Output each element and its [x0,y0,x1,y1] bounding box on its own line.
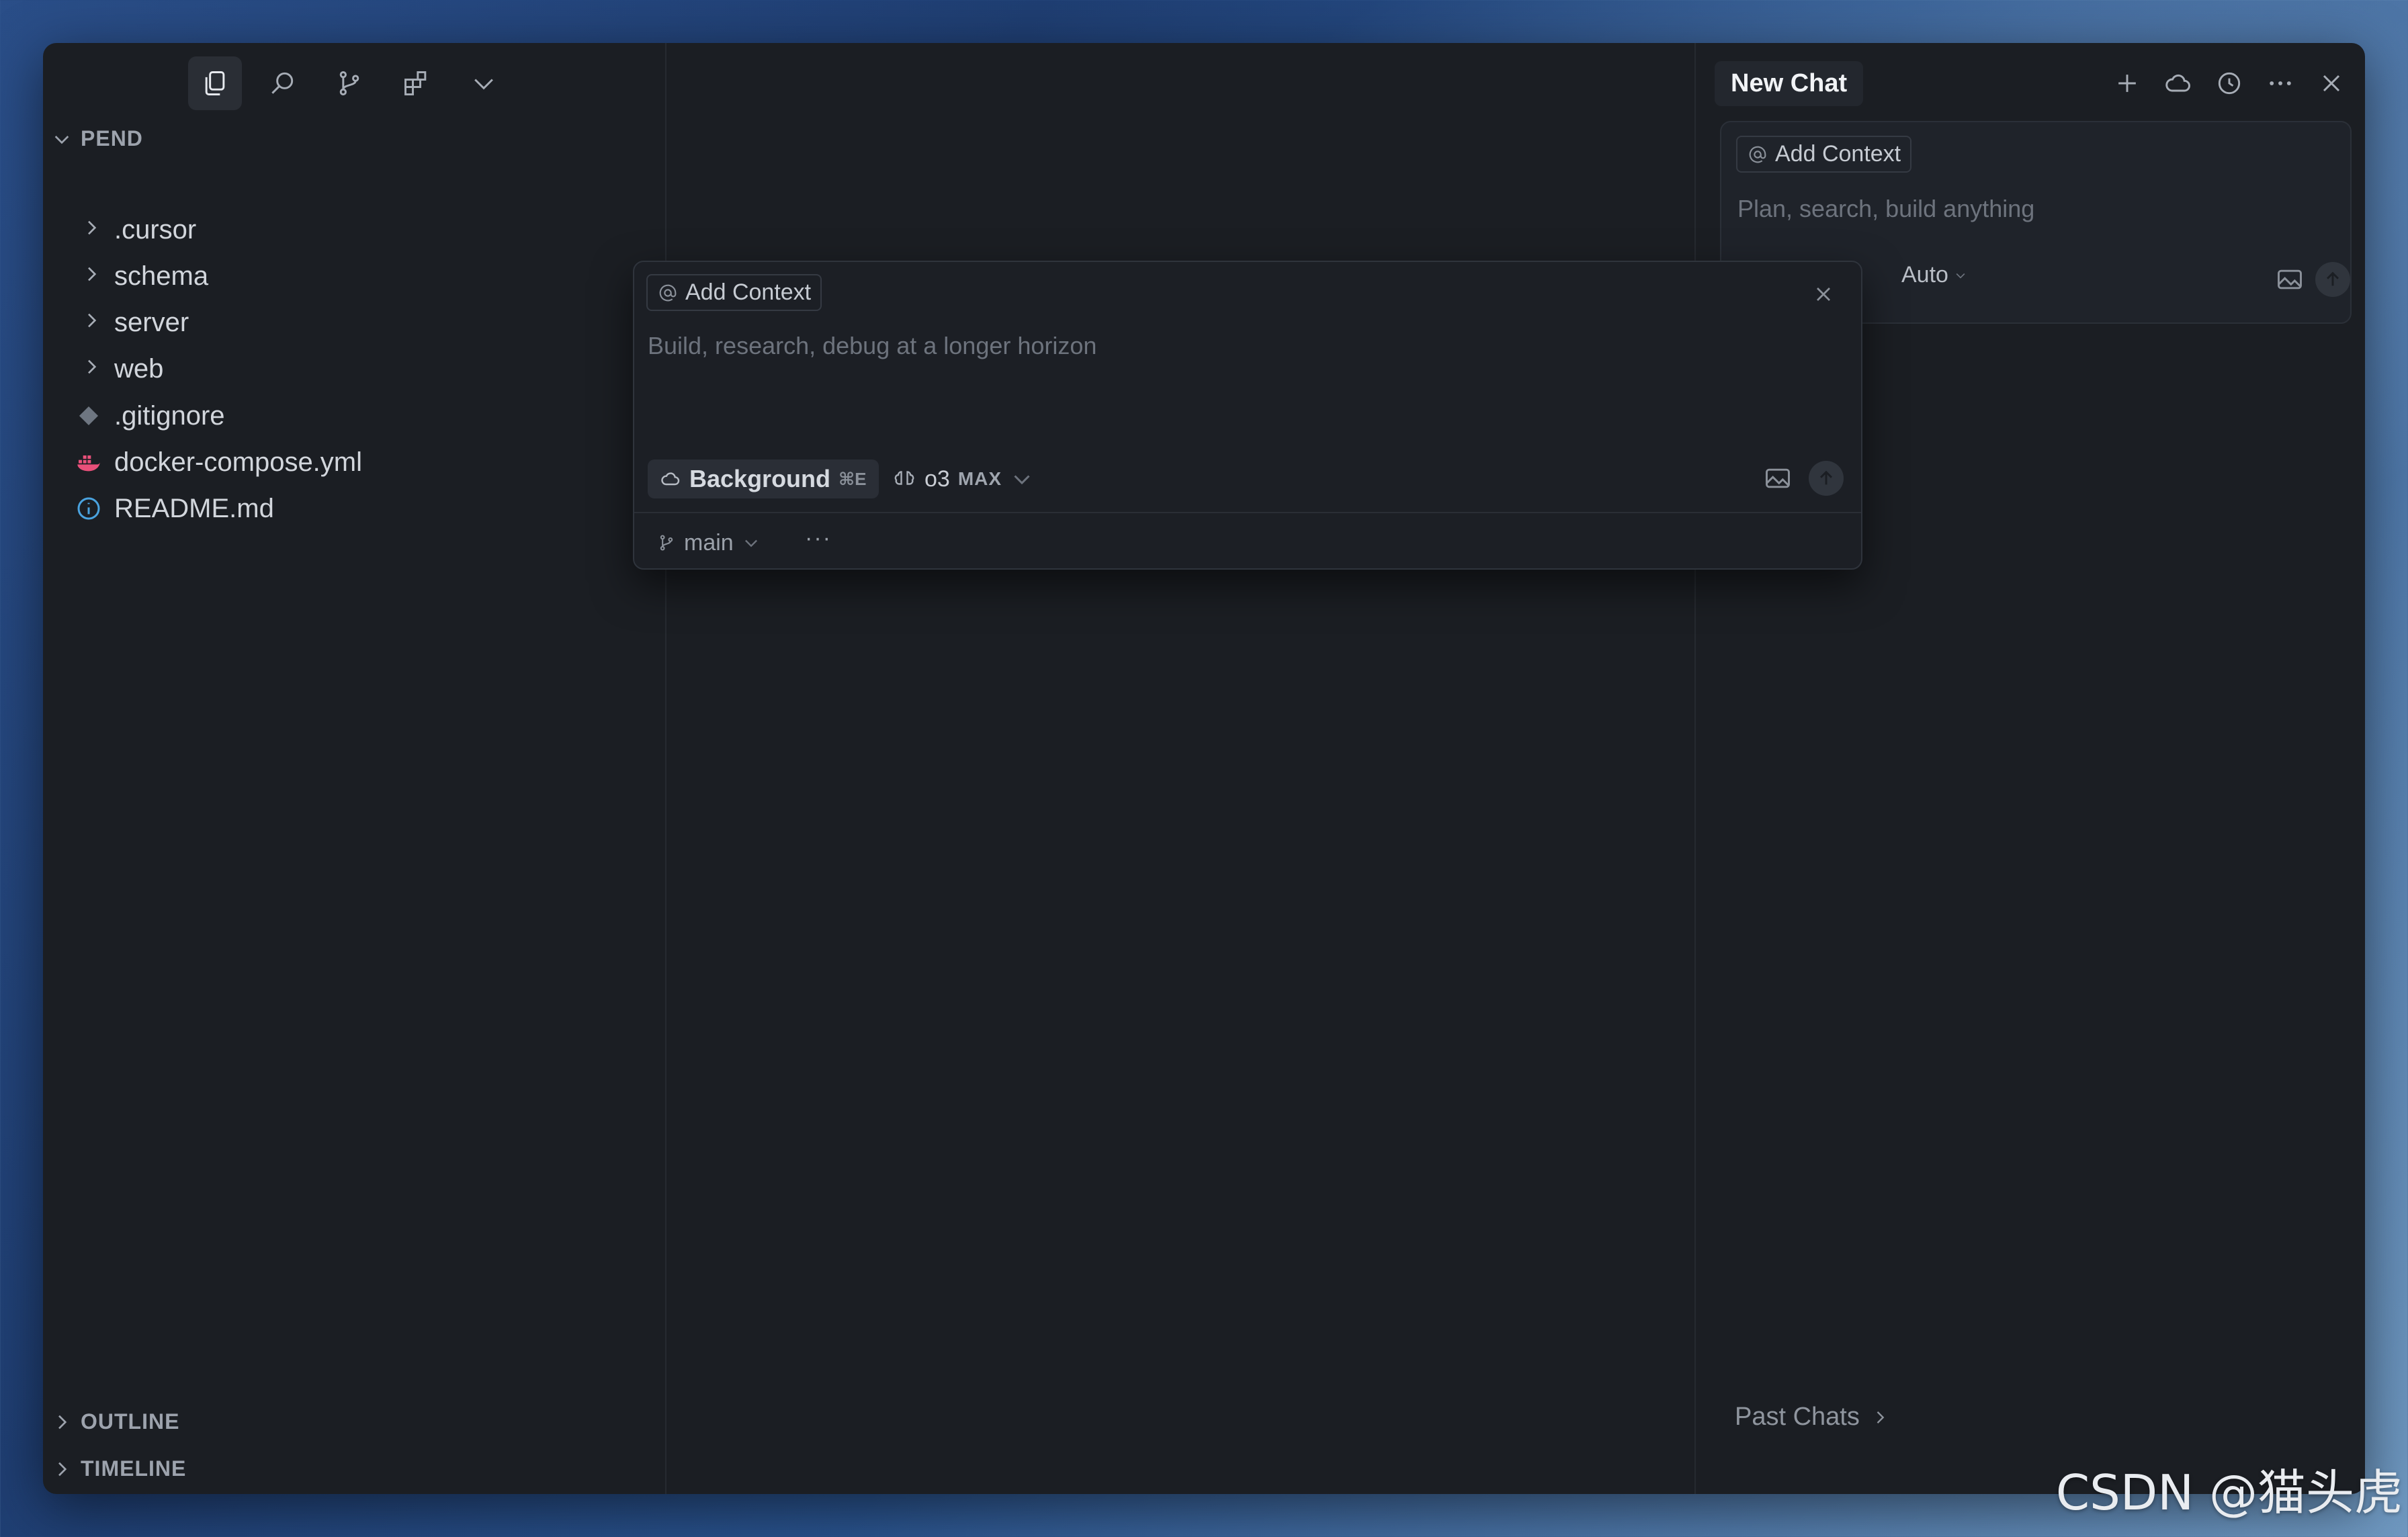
image-icon[interactable] [1763,464,1793,493]
chat-actions [2112,69,2346,98]
timeline-section-header[interactable]: TIMELINE [51,1456,186,1481]
at-sign-icon [1749,146,1766,163]
branch-selector[interactable]: main [657,524,761,562]
popup-divider [634,512,1861,513]
background-mode-button[interactable]: Background ⌘E [648,459,879,498]
sidebar: PEND .cursor schema server web .gitignor… [43,43,666,1494]
extensions-icon [404,71,427,95]
more-horizontal-icon[interactable] [2266,69,2295,98]
git-branch-icon [660,535,673,551]
close-icon[interactable] [2317,69,2346,98]
max-badge: MAX [957,468,1002,489]
search-icon [271,72,294,94]
chevron-right-icon [1877,1411,1885,1423]
tree-item-cursor[interactable]: .cursor [81,207,196,253]
tree-item-label: docker-compose.yml [114,447,363,477]
background-mode-label: Background [689,465,831,492]
tree-item-label: web [114,353,164,384]
popup-more-button[interactable]: ··· [805,525,832,552]
close-icon[interactable] [1811,282,1836,306]
at-sign-icon [659,284,677,301]
tree-item-label: schema [114,261,209,291]
docker-icon [75,449,102,476]
source-control-tab[interactable] [322,56,376,110]
shortcut-hint: ⌘E [838,468,867,489]
info-icon [75,495,102,522]
add-context-button[interactable]: Add Context [1736,136,1912,173]
popup-send-button[interactable] [1809,461,1844,496]
cloud-icon [661,472,680,486]
chevron-right-icon [58,1415,67,1429]
cursor-window: PEND .cursor schema server web .gitignor… [43,43,2365,1494]
tree-item-label: README.md [114,493,274,523]
extensions-tab[interactable] [390,56,443,110]
tree-item-schema[interactable]: schema [81,253,208,299]
arrow-up-icon [2326,271,2339,286]
tree-item-label: .gitignore [114,400,225,431]
tree-item-gitignore[interactable]: .gitignore [75,393,225,439]
tree-item-label: .cursor [114,214,197,245]
explorer-tab[interactable] [188,56,242,110]
send-button[interactable] [2315,262,2350,297]
git-icon [75,402,102,429]
explorer-section-title: PEND [81,126,143,150]
outline-label: OUTLINE [81,1409,180,1434]
history-icon[interactable] [2214,69,2244,98]
search-tab[interactable] [255,56,309,110]
branch-label: main [684,529,734,556]
add-context-label: Add Context [1775,141,1901,167]
brain-icon [894,471,914,485]
tree-item-web[interactable]: web [81,346,163,392]
image-icon[interactable] [2275,265,2305,294]
tree-item-readme[interactable]: README.md [75,486,274,531]
chevron-right-icon [58,1462,67,1476]
popup-input-placeholder[interactable]: Build, research, debug at a longer horiz… [648,332,1096,360]
outline-section-header[interactable]: OUTLINE [51,1409,179,1434]
tree-item-label: server [114,307,189,337]
model-selector-label: Auto [1901,262,1948,288]
chat-tab-new-chat[interactable]: New Chat [1715,60,1864,106]
explorer-section-header[interactable]: PEND [51,126,143,151]
model-selector[interactable]: Auto [1901,262,1967,288]
model-name: o3 [924,466,950,492]
chevron-right-icon [81,215,102,245]
add-context-label: Add Context [685,279,812,305]
watermark: CSDN @猫头虎 [2055,1464,2403,1521]
source-control-icon [339,71,359,95]
tree-item-docker-compose[interactable]: docker-compose.yml [75,439,362,485]
chevron-down-icon [1956,273,1965,279]
popup-model-selector[interactable]: o3 MAX [892,459,1034,498]
more-views-dropdown[interactable] [457,56,511,110]
chat-header: New Chat [1715,55,2346,112]
background-agent-popup: Add Context Build, research, debug at a … [633,261,1862,570]
past-chats-link[interactable]: Past Chats [1735,1403,1889,1432]
chevron-right-icon [81,354,102,384]
cloud-icon[interactable] [2163,69,2193,98]
popup-add-context-button[interactable]: Add Context [646,274,822,311]
activity-bar [188,54,511,113]
tree-item-server[interactable]: server [81,300,189,345]
chevron-right-icon [81,308,102,338]
past-chats-label: Past Chats [1735,1403,1860,1431]
files-icon [205,71,225,95]
chat-input-placeholder[interactable]: Plan, search, build anything [1737,195,2034,223]
chevron-down-icon [474,79,493,90]
timeline-label: TIMELINE [81,1456,187,1481]
plus-icon[interactable] [2112,69,2142,98]
arrow-up-icon [1819,470,1833,485]
chevron-down-icon [1014,475,1030,485]
chevron-right-icon [81,261,102,292]
chevron-down-icon [54,135,69,144]
chevron-down-icon [744,539,757,547]
